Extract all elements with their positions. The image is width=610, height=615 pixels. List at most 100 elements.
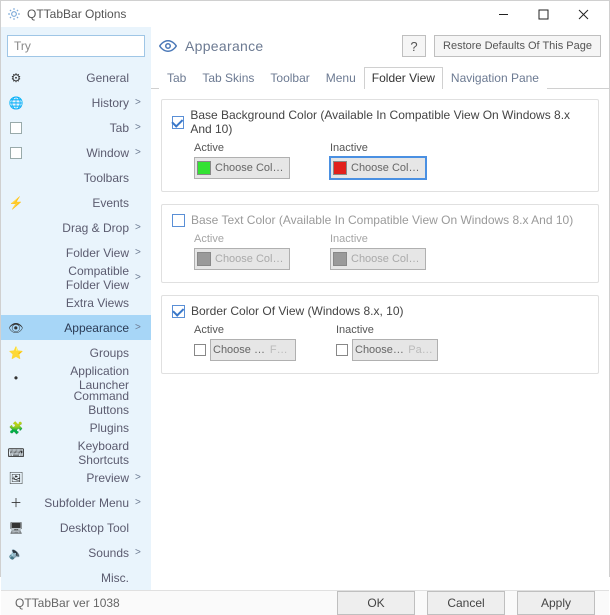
- base-text-active-label: Active: [194, 233, 290, 245]
- sidebar-item-label: Misc.: [31, 571, 129, 585]
- window-title: QTTabBar Options: [27, 7, 483, 21]
- sidebar: ⚙General🌐History>Tab>Window>Toolbars⚡Eve…: [1, 27, 151, 590]
- app-icon: [7, 7, 21, 21]
- star-icon: ⭐: [7, 346, 25, 360]
- sidebar-item-events[interactable]: ⚡Events: [1, 190, 151, 215]
- desktop-icon: 🖥: [7, 521, 25, 535]
- base-bg-inactive-label: Inactive: [330, 142, 426, 154]
- tab-tab-skins[interactable]: Tab Skins: [194, 67, 262, 89]
- help-button[interactable]: ?: [402, 35, 426, 57]
- keyboard-icon: ⌨: [7, 446, 25, 460]
- sound-icon: 🔈: [7, 546, 25, 560]
- sidebar-item-appearance[interactable]: 👁 Appearance >: [1, 315, 151, 340]
- sidebar-item-label: Tab: [31, 121, 129, 135]
- sidebar-item-preview[interactable]: 🖼Preview>: [1, 465, 151, 490]
- sidebar-item-label: Compatible Folder View: [31, 264, 129, 292]
- sidebar-item-general[interactable]: ⚙ General: [1, 65, 151, 90]
- border-inactive-color-button[interactable]: Choose ColPain...: [352, 339, 438, 361]
- tab-toolbar[interactable]: Toolbar: [262, 67, 317, 89]
- chevron-icon: >: [135, 247, 145, 258]
- sidebar-item-label: Groups: [31, 346, 129, 360]
- plugin-icon: 🧩: [7, 421, 25, 435]
- base-bg-inactive-color-button[interactable]: Choose Color...: [330, 157, 426, 179]
- checkbox-icon: [7, 122, 25, 134]
- plus-icon: ＋: [7, 494, 25, 511]
- sidebar-item-desktop-tool[interactable]: 🖥Desktop Tool: [1, 515, 151, 540]
- base-text-active-color-button[interactable]: Choose Color...: [194, 248, 290, 270]
- gear-icon: ⚙: [7, 71, 25, 85]
- minimize-button[interactable]: [483, 1, 523, 27]
- color-swatch: [197, 252, 211, 266]
- dot-icon: •: [7, 371, 25, 385]
- sidebar-item-label: Preview: [31, 471, 129, 485]
- sidebar-item-label: Toolbars: [31, 171, 129, 185]
- base-bg-checkbox[interactable]: [172, 116, 184, 129]
- sidebar-item-label: Appearance: [31, 321, 129, 335]
- sidebar-item-label: Keyboard Shortcuts: [31, 439, 129, 467]
- sidebar-item-label: Window: [31, 146, 129, 160]
- sidebar-item-label: Drag & Drop: [31, 221, 129, 235]
- border-active-color-button[interactable]: Choose ColFor...: [210, 339, 296, 361]
- close-button[interactable]: [563, 1, 603, 27]
- base-bg-active-label: Active: [194, 142, 290, 154]
- group-base-text: Base Text Color (Available In Compatible…: [161, 204, 599, 283]
- sidebar-item-extra-views[interactable]: Extra Views: [1, 290, 151, 315]
- sidebar-item-plugins[interactable]: 🧩Plugins: [1, 415, 151, 440]
- sidebar-item-misc-[interactable]: Misc.: [1, 565, 151, 590]
- sidebar-item-label: Sounds: [31, 546, 129, 560]
- chevron-icon: >: [135, 497, 145, 508]
- border-checkbox[interactable]: [172, 305, 185, 318]
- chevron-icon: >: [135, 122, 145, 133]
- sidebar-item-label: Command Buttons: [31, 389, 129, 417]
- search-input[interactable]: [7, 35, 145, 57]
- sidebar-item-compatible-folder-view[interactable]: Compatible Folder View>: [1, 265, 151, 290]
- sidebar-item-sounds[interactable]: 🔈 Sounds >: [1, 540, 151, 565]
- border-inactive-sub-checkbox[interactable]: [336, 344, 348, 356]
- sidebar-item-label: General: [31, 71, 129, 85]
- base-text-title: Base Text Color (Available In Compatible…: [191, 213, 573, 227]
- version-label: QTTabBar ver 1038: [15, 596, 325, 610]
- sidebar-item-application-launcher[interactable]: • Application Launcher: [1, 365, 151, 390]
- sidebar-item-groups[interactable]: ⭐ Groups: [1, 340, 151, 365]
- ok-button[interactable]: OK: [337, 591, 415, 615]
- tab-folder-view[interactable]: Folder View: [364, 67, 443, 89]
- base-bg-active-color-button[interactable]: Choose Color...: [194, 157, 290, 179]
- eye-icon: 👁: [7, 321, 25, 335]
- color-swatch: [197, 161, 211, 175]
- sidebar-item-label: Folder View: [31, 246, 129, 260]
- sidebar-item-window[interactable]: Window>: [1, 140, 151, 165]
- border-active-label: Active: [194, 324, 296, 336]
- cancel-button[interactable]: Cancel: [427, 591, 505, 615]
- apply-button[interactable]: Apply: [517, 591, 595, 615]
- sub-tabs: TabTab SkinsToolbarMenuFolder ViewNaviga…: [151, 65, 609, 89]
- sidebar-item-folder-view[interactable]: Folder View >: [1, 240, 151, 265]
- sidebar-item-toolbars[interactable]: Toolbars: [1, 165, 151, 190]
- bolt-icon: ⚡: [7, 196, 25, 210]
- chevron-icon: >: [135, 97, 145, 108]
- sidebar-item-label: Extra Views: [31, 296, 129, 310]
- restore-defaults-button[interactable]: Restore Defaults Of This Page: [434, 35, 601, 57]
- sidebar-item-tab[interactable]: Tab >: [1, 115, 151, 140]
- tab-menu[interactable]: Menu: [318, 67, 364, 89]
- sidebar-item-label: Subfolder Menu: [31, 496, 129, 510]
- base-text-inactive-color-button[interactable]: Choose Color...: [330, 248, 426, 270]
- base-text-inactive-label: Inactive: [330, 233, 426, 245]
- sidebar-item-subfolder-menu[interactable]: ＋ Subfolder Menu >: [1, 490, 151, 515]
- border-active-sub-checkbox[interactable]: [194, 344, 206, 356]
- tab-tab[interactable]: Tab: [159, 67, 194, 89]
- sidebar-item-keyboard-shortcuts[interactable]: ⌨ Keyboard Shortcuts: [1, 440, 151, 465]
- sidebar-item-history[interactable]: 🌐History>: [1, 90, 151, 115]
- chevron-icon: >: [135, 322, 145, 333]
- base-text-checkbox[interactable]: [172, 214, 185, 227]
- sidebar-item-label: Application Launcher: [31, 364, 129, 392]
- tab-navigation-pane[interactable]: Navigation Pane: [443, 67, 547, 89]
- page-title: Appearance: [185, 38, 394, 54]
- chevron-icon: >: [135, 547, 145, 558]
- group-base-background: Base Background Color (Available In Comp…: [161, 99, 599, 192]
- base-bg-title: Base Background Color (Available In Comp…: [190, 108, 588, 136]
- sidebar-item-command-buttons[interactable]: Command Buttons: [1, 390, 151, 415]
- maximize-button[interactable]: [523, 1, 563, 27]
- sidebar-item-drag-drop[interactable]: Drag & Drop>: [1, 215, 151, 240]
- preview-icon: 🖼: [7, 471, 25, 485]
- eye-icon: [159, 37, 177, 55]
